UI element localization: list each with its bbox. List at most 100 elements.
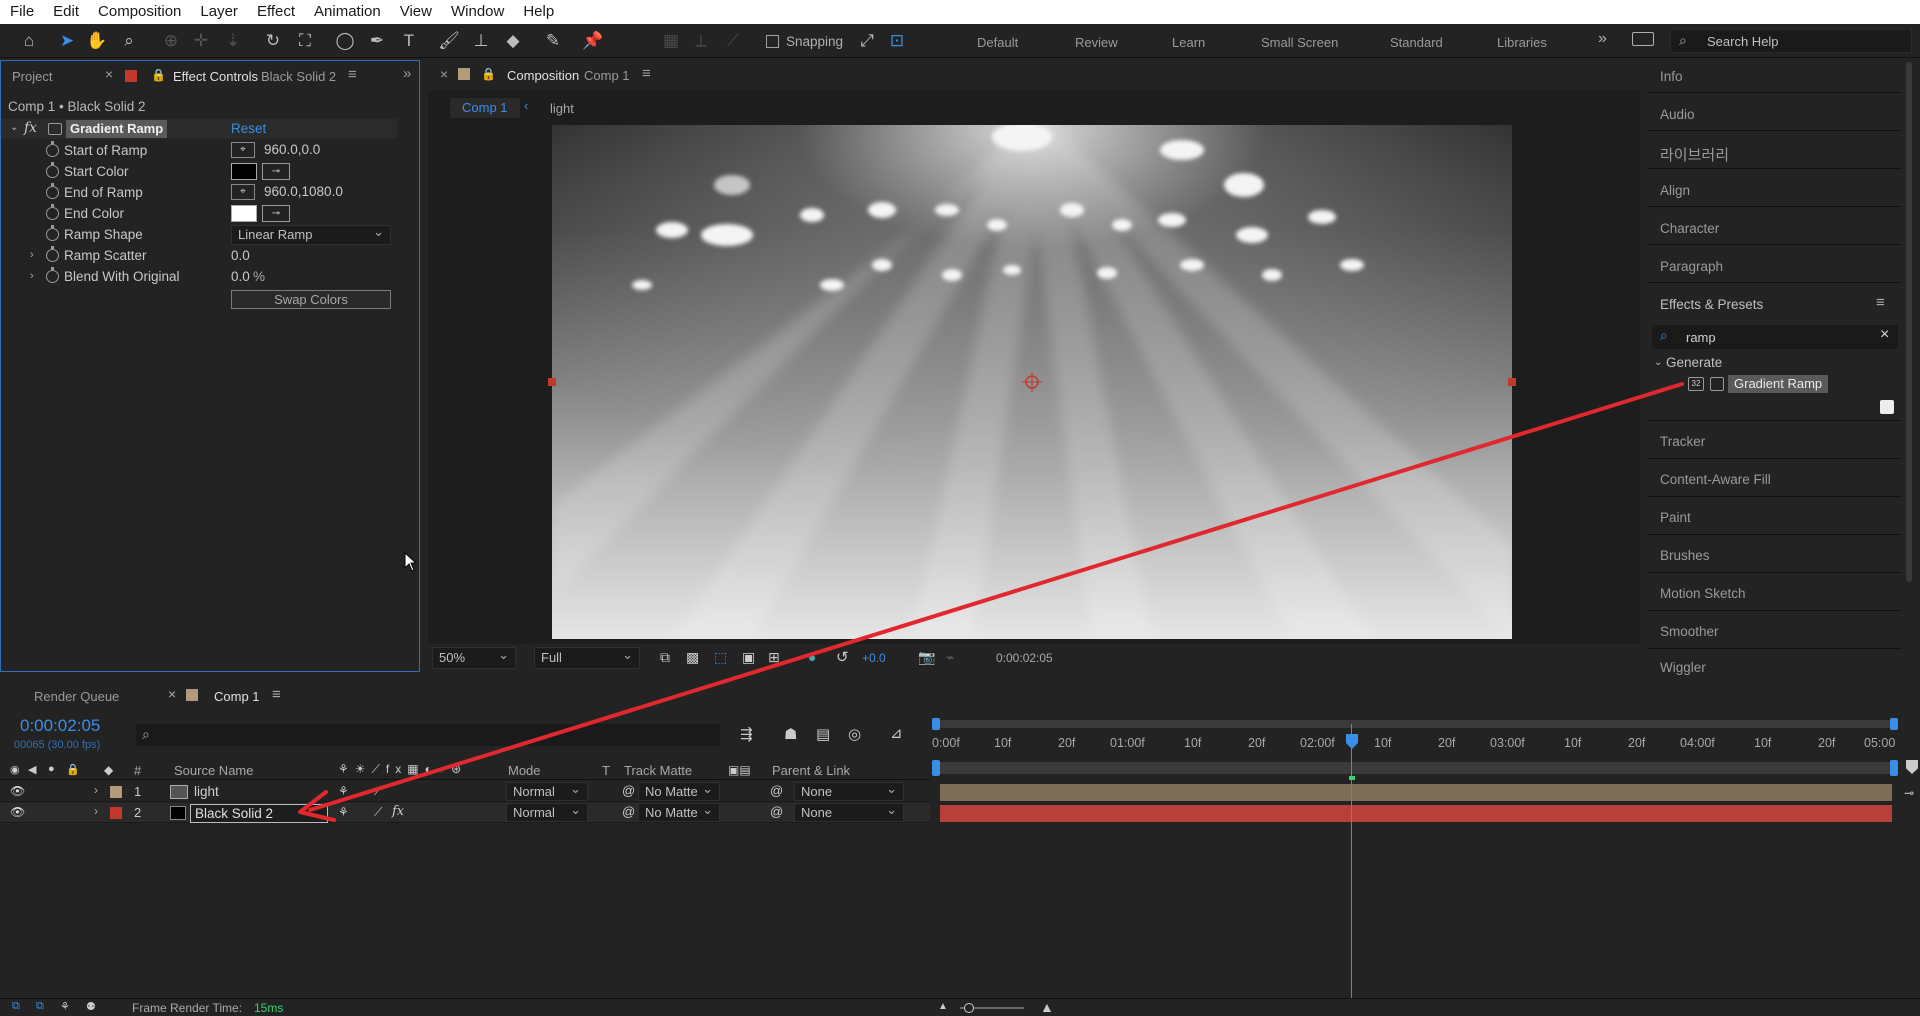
end-of-ramp-value[interactable]: 960.0,1080.0 <box>264 181 343 202</box>
panel-motion-sketch[interactable]: Motion Sketch <box>1660 586 1746 601</box>
quality-switch-icon[interactable]: ⟋ <box>374 784 382 799</box>
puppet-pin-icon[interactable]: 📌 <box>582 30 604 52</box>
close-timeline-tab-icon[interactable]: × <box>168 686 176 702</box>
hand-tool-icon[interactable]: ✋ <box>86 30 108 52</box>
channels-icon[interactable]: ● <box>808 649 816 665</box>
zoom-tool-icon[interactable]: ⌕ <box>118 30 140 52</box>
layer-bar-black-solid[interactable] <box>940 805 1892 822</box>
menu-view[interactable]: View <box>390 0 441 24</box>
orbit-camera-icon[interactable]: ⊕ <box>160 30 182 52</box>
menu-edit[interactable]: Edit <box>43 0 88 24</box>
search-help-input[interactable]: Search Help <box>1707 34 1779 49</box>
reset-button[interactable]: Reset <box>231 121 266 136</box>
matte-spiral-icon[interactable]: @ <box>622 783 635 798</box>
layer-switches-toggle-icon[interactable]: ⧉ <box>12 1000 20 1013</box>
playhead-handle[interactable] <box>1345 734 1359 750</box>
type-tool-icon[interactable]: T <box>398 30 420 52</box>
start-color-swatch[interactable] <box>231 163 257 180</box>
track-matte-dropdown[interactable]: No Matte <box>638 801 720 822</box>
zoom-in-icon[interactable]: ▲ <box>1040 999 1054 1015</box>
resolution-dropdown[interactable]: Full <box>534 645 640 669</box>
layer-switches-header-icons[interactable]: ⚘☀⟋fx▦◐◔⊛ <box>338 762 467 777</box>
crosshair-end-icon[interactable]: ⌖ <box>231 184 255 200</box>
matte-spiral-icon[interactable]: @ <box>622 804 635 819</box>
effect-switch-icon[interactable]: fx <box>392 804 404 819</box>
menu-file[interactable]: File <box>0 0 43 24</box>
menu-effect[interactable]: Effect <box>247 0 304 24</box>
eye-icon[interactable]: 👁 <box>10 805 25 819</box>
generate-twirl-icon[interactable]: ⌄ <box>1654 357 1662 368</box>
layer-name-selected[interactable]: Black Solid 2 <box>190 804 328 823</box>
panel-wiggler[interactable]: Wiggler <box>1660 660 1706 675</box>
zoom-out-icon[interactable]: ▲ <box>938 1001 948 1012</box>
stopwatch-start-of-ramp-icon[interactable] <box>46 141 59 157</box>
ramp-shape-dropdown[interactable]: Linear Ramp <box>231 223 391 245</box>
work-area-start-handle[interactable] <box>932 718 940 730</box>
expand-panel-icon[interactable]: » <box>403 65 411 82</box>
quality-switch-icon[interactable]: ⟋ <box>374 805 382 820</box>
menu-help[interactable]: Help <box>513 0 563 24</box>
eyedropper-start-icon[interactable]: ⊸ <box>262 163 290 180</box>
brush-tool-icon[interactable]: 🖌 <box>438 30 460 52</box>
audio-switch-header-icon[interactable]: ◀ <box>28 763 36 776</box>
effects-search-input[interactable]: ramp <box>1686 330 1716 345</box>
snap-options-icon[interactable]: ⤢ <box>856 30 878 52</box>
close-comp-tab-icon[interactable]: × <box>440 66 448 82</box>
local-axis-icon[interactable]: ▦ <box>660 30 682 52</box>
new-bin-icon[interactable] <box>1880 400 1894 414</box>
workspace-libraries[interactable]: Libraries <box>1497 35 1547 50</box>
shy-switch-icon[interactable]: ☗ <box>784 725 797 743</box>
world-axis-icon[interactable]: ⟂ <box>690 30 712 52</box>
snapping-checkbox[interactable] <box>766 35 779 48</box>
eyedropper-end-icon[interactable]: ⊸ <box>262 205 290 222</box>
effect-name[interactable]: Gradient Ramp <box>66 120 168 138</box>
shy-layer-icon[interactable]: ⚘ <box>338 805 349 819</box>
anchor-point-icon[interactable] <box>1022 372 1042 392</box>
home-icon[interactable]: ⌂ <box>18 30 40 52</box>
tab-project[interactable]: Project <box>12 69 52 84</box>
viewer-timecode[interactable]: 0:00:02:05 <box>996 651 1053 665</box>
graph-editor-icon[interactable]: ⊿ <box>890 724 903 742</box>
navigator-end-handle[interactable] <box>1890 760 1898 776</box>
render-time-toggle-icon[interactable]: ⚉ <box>86 1000 96 1013</box>
swap-colors-button[interactable]: Swap Colors <box>231 290 391 309</box>
effects-search-box[interactable]: ⌕ ramp × <box>1652 325 1898 349</box>
selection-tool-icon[interactable]: ➤ <box>56 30 78 52</box>
ramp-scatter-twirl-icon[interactable]: › <box>30 249 34 261</box>
more-workspaces-icon[interactable]: » <box>1598 30 1607 48</box>
frame-blending-icon[interactable]: ▤ <box>816 725 830 743</box>
pen-tool-icon[interactable]: ✒ <box>366 30 388 52</box>
panel-libraries-kr[interactable]: 라이브러리 <box>1660 144 1729 165</box>
snap-target-icon[interactable]: ⊡ <box>886 30 908 52</box>
layer-handle-left[interactable] <box>548 378 556 386</box>
timeline-menu-icon[interactable]: ≡ <box>272 686 281 703</box>
header-source-name[interactable]: Source Name <box>174 763 253 778</box>
panel-info[interactable]: Info <box>1660 69 1683 84</box>
pan-behind-tool-icon[interactable]: ⛶ <box>294 30 316 52</box>
workspace-small-screen[interactable]: Small Screen <box>1261 35 1338 50</box>
composition-mini-flowchart-icon[interactable]: ⇶ <box>740 725 753 743</box>
show-snapshot-icon[interactable]: ⌁ <box>946 649 954 666</box>
right-panel-scrollbar[interactable] <box>1906 62 1912 582</box>
snapshot-icon[interactable]: 📷 <box>918 649 935 666</box>
comp-breadcrumb-comp[interactable]: Comp 1 <box>450 98 520 118</box>
stopwatch-ramp-scatter-icon[interactable] <box>46 246 59 262</box>
view-axis-icon[interactable]: ⟋ <box>722 30 744 52</box>
workspace-learn[interactable]: Learn <box>1172 35 1205 50</box>
layer-bar-light[interactable] <box>940 784 1892 801</box>
reset-exposure-icon[interactable]: ↺ <box>836 648 849 666</box>
layer-mode-dropdown[interactable]: Normal <box>506 801 588 822</box>
parent-dropdown[interactable]: None <box>794 801 904 822</box>
layer-handle-right[interactable] <box>1508 378 1516 386</box>
roto-brush-icon[interactable]: ✎ <box>542 30 564 52</box>
tab-render-queue[interactable]: Render Queue <box>34 689 119 704</box>
motion-blur-icon[interactable]: ◎ <box>848 725 861 743</box>
work-area-end-handle[interactable] <box>1890 718 1898 730</box>
fx-toggle-icon[interactable]: fx <box>24 120 37 136</box>
clone-stamp-icon[interactable]: ⊥ <box>470 30 492 52</box>
work-area-bar[interactable] <box>936 720 1896 728</box>
tab-timeline-comp[interactable]: Comp 1 <box>214 689 260 704</box>
panel-brushes[interactable]: Brushes <box>1660 548 1710 563</box>
close-tab-icon[interactable]: × <box>105 66 113 82</box>
region-of-interest-icon[interactable]: ▣ <box>742 649 755 666</box>
